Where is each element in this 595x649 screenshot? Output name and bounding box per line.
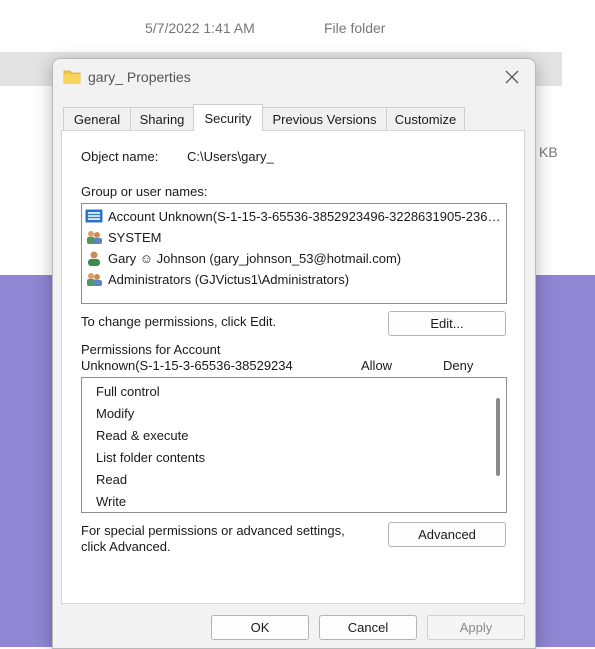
user-name-text: Gary ☺ Johnson (gary_johnson_53@hotmail.… [108,250,402,266]
user-item-administrators[interactable]: Administrators (GJVictus1\Administrators… [85,269,506,289]
permission-list-folder-contents: List folder contents [96,450,206,465]
permissions-scrollbar[interactable] [496,398,500,476]
tab-customize[interactable]: Customize [386,107,465,130]
permission-full-control: Full control [96,384,160,399]
tab-strip: General Sharing Security Previous Versio… [63,104,523,131]
close-button[interactable] [499,65,525,89]
title-bar[interactable]: gary_ Properties [53,59,535,97]
user-name-text: SYSTEM [108,229,162,245]
object-name-label: Object name: [81,149,159,164]
ok-button[interactable]: OK [211,615,309,640]
dialog-title: gary_ Properties [88,69,191,85]
user-icon [88,251,100,266]
user-list[interactable]: Account Unknown(S-1-15-3-65536-385292349… [81,203,507,304]
special-permissions-hint: For special permissions or advanced sett… [81,523,345,538]
date-modified-text: 5/7/2022 1:41 AM [145,20,255,36]
group-icon [87,273,102,286]
permission-read: Read [96,472,128,487]
size-unit-text: KB [539,144,558,160]
deny-column-header: Deny [443,358,474,373]
security-tab-panel: Object name: C:\Users\gary_ Group or use… [61,130,525,604]
edit-button[interactable]: Edit... [388,311,506,336]
user-name-text: Account Unknown(S-1-15-3-65536-385292349… [108,208,505,224]
tab-sharing[interactable]: Sharing [130,107,194,130]
group-names-label: Group or user names: [81,184,208,199]
allow-column-header: Allow [361,358,393,373]
advanced-button[interactable]: Advanced [388,522,506,547]
apply-button[interactable]: Apply [427,615,525,640]
cancel-button[interactable]: Cancel [319,615,417,640]
tab-security[interactable]: Security [193,104,263,131]
user-item-system[interactable]: SYSTEM [85,227,506,247]
permission-modify: Modify [96,406,135,421]
change-permissions-hint: To change permissions, click Edit. [81,314,277,329]
object-name-value: C:\Users\gary_ [187,149,274,164]
user-item-account-unknown[interactable]: Account Unknown(S-1-15-3-65536-385292349… [85,206,506,226]
properties-dialog: gary_ Properties General Sharing Securit… [52,58,536,649]
group-icon [87,231,102,244]
tab-general[interactable]: General [63,107,131,130]
unknown-account-icon [85,209,103,223]
permission-read-execute: Read & execute [96,428,189,443]
folder-icon [63,70,81,84]
user-item-gary-johnson[interactable]: Gary ☺ Johnson (gary_johnson_53@hotmail.… [85,248,506,268]
tab-previous-versions[interactable]: Previous Versions [262,107,387,130]
permissions-for-account: Unknown(S-1-15-3-65536-38529234… [81,358,293,373]
close-icon [505,70,519,84]
permission-write: Write [96,494,127,509]
permissions-for-label: Permissions for Account [81,342,221,357]
special-permissions-hint-2: click Advanced. [81,539,171,554]
user-name-text: Administrators (GJVictus1\Administrators… [108,271,350,287]
permissions-list[interactable]: Full control Modify Read & execute List … [81,377,507,513]
file-type-text: File folder [324,20,386,36]
